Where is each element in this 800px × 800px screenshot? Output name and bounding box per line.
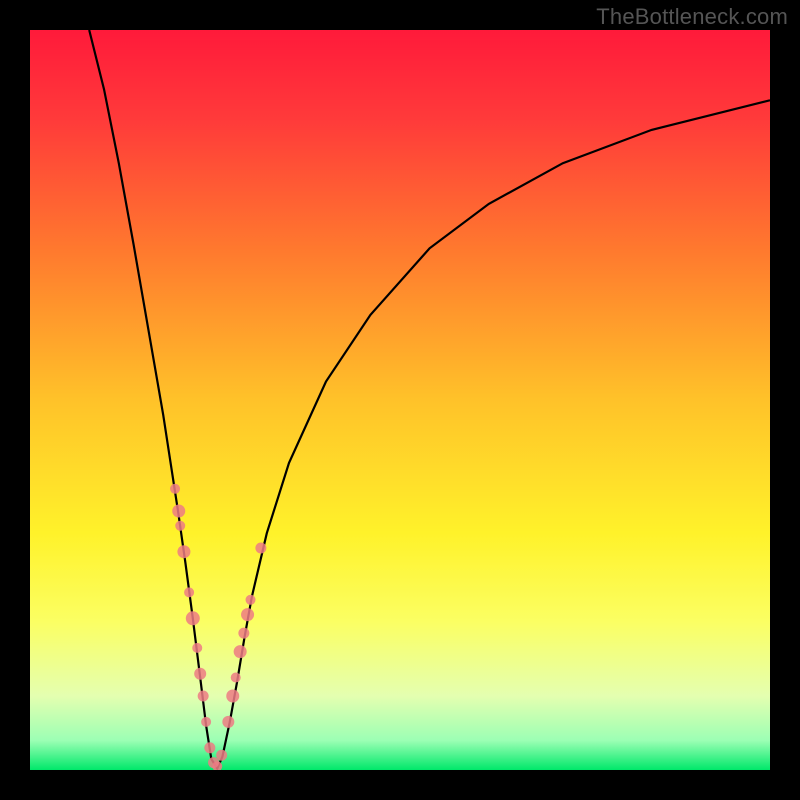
scatter-point bbox=[192, 643, 202, 653]
scatter-point bbox=[186, 611, 200, 625]
scatter-point bbox=[246, 595, 256, 605]
bottleneck-curve bbox=[89, 30, 770, 769]
scatter-point bbox=[226, 690, 239, 703]
scatter-point bbox=[177, 545, 190, 558]
scatter-point bbox=[204, 742, 215, 753]
scatter-point bbox=[241, 608, 254, 621]
scatter-point bbox=[231, 673, 241, 683]
scatter-point bbox=[201, 717, 211, 727]
scatter-point bbox=[194, 668, 206, 680]
scatter-point bbox=[184, 587, 194, 597]
scatter-point bbox=[255, 543, 266, 554]
scatter-point bbox=[172, 505, 185, 518]
watermark-text: TheBottleneck.com bbox=[596, 4, 788, 30]
scatter-point bbox=[170, 484, 180, 494]
scatter-point bbox=[222, 716, 234, 728]
scatter-point bbox=[175, 521, 185, 531]
plot-area bbox=[30, 30, 770, 770]
scatter-point bbox=[198, 691, 209, 702]
scatter-point bbox=[216, 750, 227, 761]
measured-points bbox=[170, 484, 266, 770]
scatter-point bbox=[238, 628, 249, 639]
scatter-point bbox=[234, 645, 247, 658]
chart-frame: TheBottleneck.com bbox=[0, 0, 800, 800]
curve-layer bbox=[30, 30, 770, 770]
